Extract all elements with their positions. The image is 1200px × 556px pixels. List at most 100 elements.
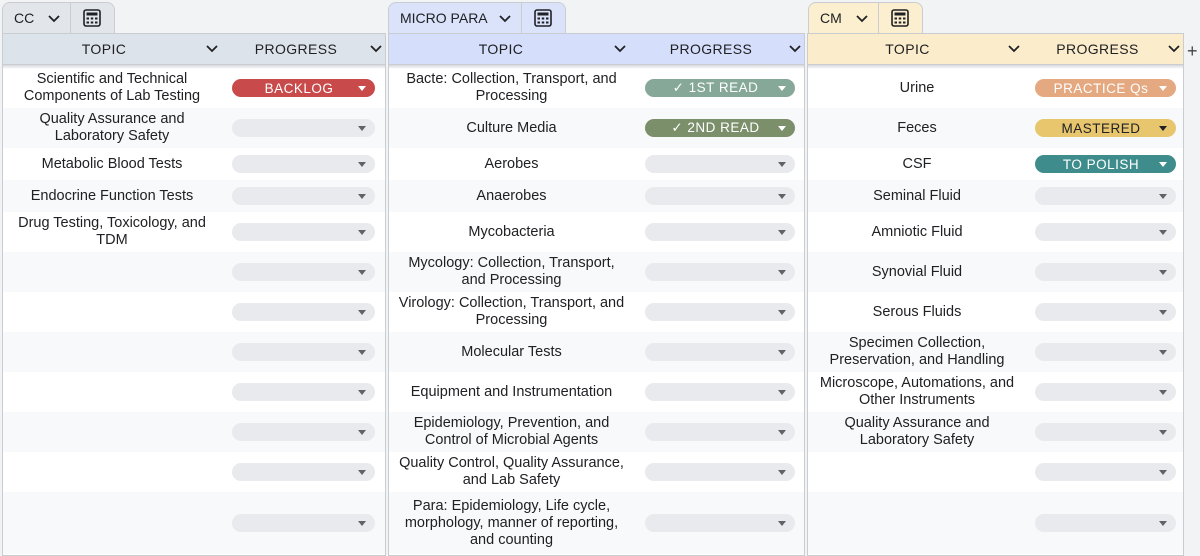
tab-cm-selector[interactable]: CM [809, 3, 879, 33]
topic-cell[interactable]: Drug Testing, Toxicology, and TDM [9, 212, 215, 252]
progress-dropdown[interactable] [1035, 383, 1176, 401]
topic-cell[interactable]: Quality Control, Quality Assurance, and … [395, 452, 628, 492]
progress-dropdown[interactable] [232, 223, 375, 241]
progress-dropdown[interactable] [645, 187, 795, 205]
tab-micro-para[interactable]: MICRO PARA [388, 2, 566, 33]
progress-dropdown[interactable] [232, 303, 375, 321]
progress-dropdown[interactable]: ✓ 2ND READ [645, 119, 795, 137]
topic-cell[interactable]: Epidemiology, Prevention, and Control of… [395, 412, 628, 452]
progress-dropdown[interactable] [645, 514, 795, 532]
progress-dropdown[interactable]: TO POLISH [1035, 155, 1176, 173]
dropdown-arrow-icon [1159, 520, 1167, 526]
topic-cell[interactable] [814, 492, 1020, 554]
topic-cell[interactable]: CSF [814, 148, 1020, 180]
topic-cell[interactable]: Specimen Collection, Preservation, and H… [814, 332, 1020, 372]
topic-cell[interactable]: Anaerobes [395, 180, 628, 212]
chevron-down-icon[interactable] [205, 45, 219, 53]
column-header-topic[interactable]: TOPIC [808, 34, 1021, 64]
progress-dropdown[interactable] [232, 119, 375, 137]
tab-cc[interactable]: CC [2, 2, 115, 33]
topic-cell[interactable]: Amniotic Fluid [814, 212, 1020, 252]
progress-dropdown[interactable] [1035, 263, 1176, 281]
progress-dropdown[interactable] [645, 223, 795, 241]
progress-dropdown[interactable]: MASTERED [1035, 119, 1176, 137]
topic-cell[interactable]: Culture Media [395, 108, 628, 148]
topic-cell[interactable] [9, 492, 215, 554]
calculator-icon[interactable] [522, 3, 565, 33]
topic-cell[interactable] [9, 292, 215, 332]
plus-icon[interactable]: + [1187, 41, 1198, 62]
topic-cell[interactable]: Aerobes [395, 148, 628, 180]
progress-dropdown[interactable] [645, 343, 795, 361]
chevron-down-icon[interactable] [1007, 45, 1021, 53]
tab-cc-selector[interactable]: CC [3, 3, 71, 33]
topic-cell[interactable]: Metabolic Blood Tests [9, 148, 215, 180]
topic-cell[interactable]: Virology: Collection, Transport, and Pro… [395, 292, 628, 332]
chevron-down-icon[interactable] [788, 45, 802, 53]
topic-cell[interactable] [9, 372, 215, 412]
topic-cell[interactable]: Feces [814, 108, 1020, 148]
column-header-progress[interactable]: PROGRESS [1028, 34, 1181, 64]
topic-cell[interactable] [9, 412, 215, 452]
progress-dropdown[interactable] [1035, 463, 1176, 481]
calculator-icon[interactable] [71, 3, 114, 33]
topic-cell[interactable] [9, 452, 215, 492]
topic-cell[interactable]: Urine [814, 68, 1020, 108]
column-header-progress[interactable]: PROGRESS [223, 34, 383, 64]
table-row [808, 492, 1183, 554]
chevron-down-icon[interactable] [369, 45, 383, 53]
tab-micro-para-selector[interactable]: MICRO PARA [389, 3, 522, 33]
progress-dropdown[interactable]: BACKLOG [232, 79, 375, 97]
topic-cell[interactable]: Quality Assurance and Laboratory Safety [814, 412, 1020, 452]
progress-dropdown[interactable]: PRACTICE Qs [1035, 79, 1176, 97]
column-header-topic[interactable]: TOPIC [3, 34, 219, 64]
progress-dropdown[interactable] [1035, 423, 1176, 441]
topic-cell[interactable]: Seminal Fluid [814, 180, 1020, 212]
topic-cell[interactable] [9, 252, 215, 292]
progress-dropdown[interactable] [232, 187, 375, 205]
progress-dropdown[interactable]: ✓ 1ST READ [645, 79, 795, 97]
progress-dropdown[interactable] [645, 383, 795, 401]
topic-cell[interactable]: Synovial Fluid [814, 252, 1020, 292]
calculator-icon[interactable] [879, 3, 922, 33]
topic-cell[interactable]: Equipment and Instrumentation [395, 372, 628, 412]
progress-dropdown[interactable] [1035, 187, 1176, 205]
progress-dropdown[interactable] [645, 423, 795, 441]
column-header-topic[interactable]: TOPIC [389, 34, 627, 64]
progress-dropdown[interactable] [232, 263, 375, 281]
column-header-progress[interactable]: PROGRESS [634, 34, 802, 64]
topic-cell[interactable]: Molecular Tests [395, 332, 628, 372]
progress-dropdown[interactable] [1035, 303, 1176, 321]
progress-dropdown[interactable] [1035, 343, 1176, 361]
chevron-down-icon[interactable] [1167, 45, 1181, 53]
topic-cell[interactable]: Microscope, Automations, and Other Instr… [814, 372, 1020, 412]
progress-dropdown[interactable] [232, 343, 375, 361]
progress-dropdown[interactable] [645, 303, 795, 321]
column-header-row: TOPIC PROGRESS [389, 33, 804, 65]
topic-cell[interactable]: Para: Epidemiology, Life cycle, morpholo… [395, 492, 628, 554]
progress-dropdown[interactable] [1035, 514, 1176, 532]
progress-dropdown[interactable] [645, 463, 795, 481]
table-row: Para: Epidemiology, Life cycle, morpholo… [389, 492, 804, 554]
progress-dropdown[interactable] [232, 155, 375, 173]
progress-dropdown[interactable] [645, 155, 795, 173]
progress-dropdown[interactable] [232, 463, 375, 481]
dropdown-arrow-icon [778, 161, 786, 167]
topic-cell[interactable]: Mycobacteria [395, 212, 628, 252]
topic-cell[interactable]: Bacte: Collection, Transport, and Proces… [395, 68, 628, 108]
tab-cm[interactable]: CM [808, 2, 923, 33]
topic-cell[interactable]: Endocrine Function Tests [9, 180, 215, 212]
progress-dropdown[interactable] [232, 423, 375, 441]
topic-cell[interactable]: Scientific and Technical Components of L… [9, 68, 215, 108]
dropdown-arrow-icon [358, 349, 366, 355]
topic-cell[interactable]: Quality Assurance and Laboratory Safety [9, 108, 215, 148]
topic-cell[interactable]: Mycology: Collection, Transport, and Pro… [395, 252, 628, 292]
progress-dropdown[interactable] [645, 263, 795, 281]
progress-dropdown[interactable] [232, 514, 375, 532]
chevron-down-icon[interactable] [613, 45, 627, 53]
progress-dropdown[interactable] [232, 383, 375, 401]
topic-cell[interactable] [814, 452, 1020, 492]
topic-cell[interactable] [9, 332, 215, 372]
progress-dropdown[interactable] [1035, 223, 1176, 241]
topic-cell[interactable]: Serous Fluids [814, 292, 1020, 332]
